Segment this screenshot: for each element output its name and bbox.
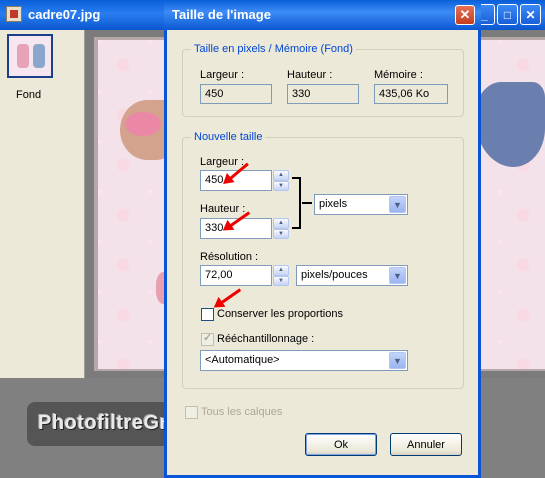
image-file-icon: [6, 6, 22, 22]
keep-proportions-label[interactable]: Conserver les proportions: [217, 308, 343, 320]
size-unit-select[interactable]: pixels ▼: [314, 194, 408, 215]
dialog-titlebar[interactable]: Taille de l'image ✕: [164, 0, 481, 30]
current-height-field: 330: [287, 84, 359, 104]
window-close-button[interactable]: ✕: [520, 4, 541, 25]
resolution-input[interactable]: 72,00: [200, 265, 272, 286]
keep-proportions-checkbox[interactable]: [201, 308, 214, 321]
new-size-legend: Nouvelle taille: [191, 131, 266, 143]
spin-down-icon[interactable]: ▼: [273, 228, 289, 239]
spin-up-icon[interactable]: ▲: [273, 218, 289, 229]
new-width-label: Largeur :: [200, 156, 245, 168]
all-layers-checkbox[interactable]: [185, 406, 198, 419]
dropdown-arrow-icon[interactable]: ▼: [389, 352, 406, 369]
dialog-title: Taille de l'image: [172, 7, 271, 22]
resample-checkbox[interactable]: ✓: [201, 332, 214, 346]
thumbnail-figure-pink: [17, 44, 29, 68]
memory-label: Mémoire :: [374, 69, 423, 81]
ok-button[interactable]: Ok: [305, 433, 377, 456]
spin-down-icon[interactable]: ▼: [273, 180, 289, 191]
resample-label: Rééchantillonnage :: [217, 333, 315, 345]
resolution-spinner[interactable]: ▲ ▼: [273, 265, 289, 286]
current-size-group: Taille en pixels / Mémoire (Fond): [182, 43, 464, 117]
resample-mode-select[interactable]: <Automatique> ▼: [200, 350, 408, 371]
current-width-field: 450: [200, 84, 272, 104]
layer-label: Fond: [16, 89, 42, 101]
size-unit-value: pixels: [319, 198, 348, 210]
checkmark-icon: ✓: [203, 332, 213, 344]
dialog-close-button[interactable]: ✕: [455, 5, 475, 25]
current-height-label: Hauteur :: [287, 69, 333, 81]
dropdown-arrow-icon[interactable]: ▼: [389, 267, 406, 284]
resolution-unit-value: pixels/pouces: [301, 269, 368, 281]
new-height-label: Hauteur :: [200, 203, 246, 215]
cancel-button[interactable]: Annuler: [390, 433, 462, 456]
dropdown-arrow-icon[interactable]: ▼: [389, 196, 406, 213]
resolution-label: Résolution :: [200, 251, 259, 263]
resample-mode-value: <Automatique>: [205, 354, 280, 366]
spin-up-icon[interactable]: ▲: [273, 265, 289, 276]
height-spinner[interactable]: ▲ ▼: [273, 218, 289, 239]
spin-down-icon[interactable]: ▼: [273, 275, 289, 286]
image-size-dialog: Taille de l'image ✕ Taille en pixels / M…: [164, 0, 481, 478]
resolution-unit-select[interactable]: pixels/pouces ▼: [296, 265, 408, 286]
image-window-title: cadre07.jpg: [28, 7, 101, 22]
all-layers-label: Tous les calques: [201, 406, 283, 418]
thumbnail-figure-blue: [33, 44, 45, 68]
layer-thumbnail[interactable]: [7, 34, 53, 78]
link-bracket: [292, 177, 301, 229]
layers-panel: Fond: [0, 30, 85, 378]
current-size-legend: Taille en pixels / Mémoire (Fond): [191, 43, 356, 55]
spin-up-icon[interactable]: ▲: [273, 170, 289, 181]
current-width-label: Largeur :: [200, 69, 245, 81]
maximize-button[interactable]: □: [497, 4, 518, 25]
width-spinner[interactable]: ▲ ▼: [273, 170, 289, 191]
memory-field: 435,06 Ko: [374, 84, 448, 104]
link-bracket-tick: [302, 202, 312, 204]
